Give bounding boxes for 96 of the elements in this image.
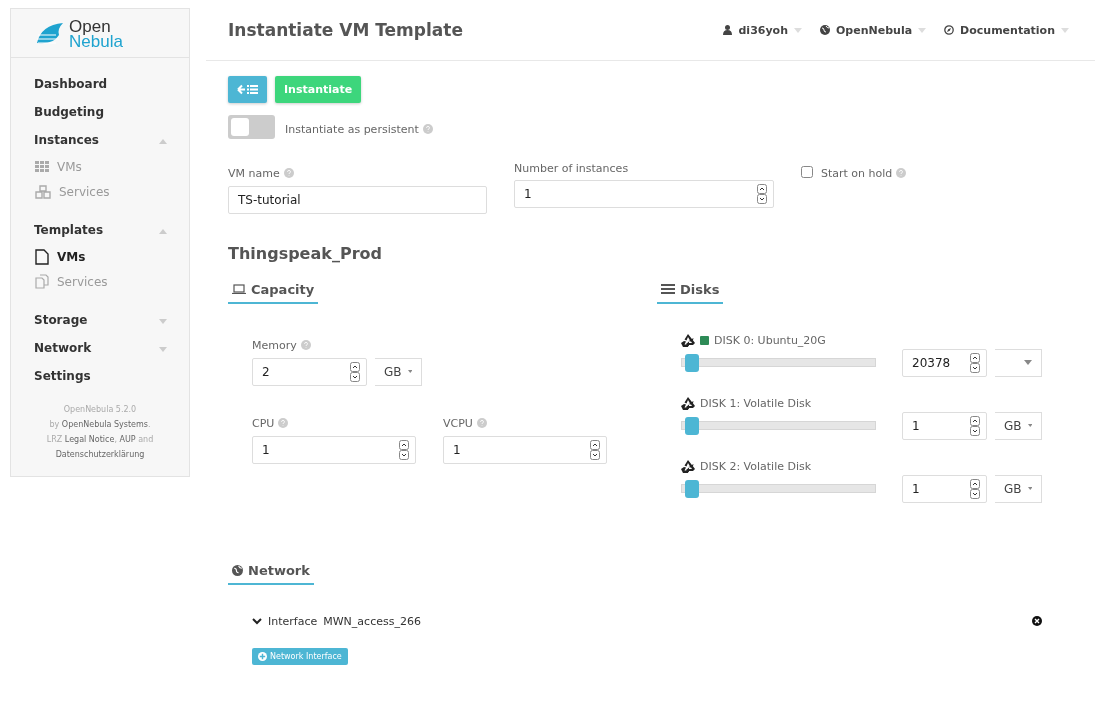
footer-text: by OpenNebula Systems. <box>48 419 152 431</box>
header-menu[interactable]: OpenNebula <box>820 23 927 37</box>
compass-icon <box>944 25 955 35</box>
stepper-icon[interactable] <box>399 439 409 460</box>
sidebar-item[interactable]: Instances <box>11 126 189 154</box>
chevron-icon[interactable] <box>252 617 262 625</box>
checkbox-label: Start on hold <box>821 167 893 180</box>
caret-icon <box>159 229 167 234</box>
stepper-icon[interactable] <box>970 415 980 436</box>
file-icon <box>35 248 49 265</box>
unit-select[interactable]: GB <box>995 474 1042 503</box>
sidebar-item[interactable]: Network <box>11 334 189 362</box>
sidebar-subitem[interactable]: VMs <box>11 244 189 269</box>
stepper-icon[interactable] <box>350 361 360 382</box>
sidebar-item[interactable]: Budgeting <box>11 98 189 126</box>
unit-select[interactable]: GB <box>375 357 422 386</box>
help-icon[interactable] <box>896 168 907 178</box>
cpu-field[interactable]: 1 <box>252 435 416 464</box>
vm-name-field[interactable]: TS-tutorial <box>228 186 487 214</box>
caret-icon <box>1027 423 1032 428</box>
back-button[interactable] <box>228 76 267 103</box>
slider-thumb[interactable] <box>684 416 699 435</box>
caret-icon <box>1061 27 1069 33</box>
memory-field[interactable]: 2 <box>252 357 367 386</box>
back-list-icon <box>237 84 258 95</box>
field-label: Number of instances <box>514 162 630 175</box>
checkbox[interactable] <box>801 165 813 178</box>
disks-tab[interactable]: Disks <box>657 281 724 304</box>
interface-label: Interface <box>268 614 318 628</box>
persistent-toggle[interactable] <box>228 115 275 139</box>
header-menu[interactable]: Documentation <box>944 23 1069 37</box>
files-icon <box>35 273 49 290</box>
disk-label: DISK 2: Volatile Disk <box>700 459 812 473</box>
slider-track[interactable] <box>681 479 876 498</box>
slider-track[interactable] <box>681 416 876 435</box>
user-icon <box>723 25 733 35</box>
slider-thumb[interactable] <box>684 479 699 498</box>
vcpu-field[interactable]: 1 <box>443 435 607 464</box>
stepper-icon[interactable] <box>970 352 980 373</box>
interface-name: MWN_access_266 <box>323 614 421 628</box>
footer-text: LRZ Legal Notice, AUP and <box>45 434 155 446</box>
help-icon[interactable] <box>283 168 294 178</box>
header-menu[interactable]: di36yoh <box>723 23 802 37</box>
globe-icon <box>232 564 243 576</box>
caret-icon <box>407 369 412 374</box>
help-icon[interactable] <box>422 123 433 134</box>
instances-field[interactable]: 1 <box>514 180 774 208</box>
caret-icon <box>918 27 927 33</box>
stepper-icon[interactable] <box>970 478 980 499</box>
recycle-icon <box>681 333 695 347</box>
grid-icon <box>35 161 49 172</box>
slider-thumb[interactable] <box>684 353 699 372</box>
field-label: CPU <box>252 416 275 430</box>
footer-text: Datenschutzerklärung <box>54 449 146 461</box>
unit-select[interactable] <box>995 348 1042 377</box>
disk-size-field[interactable]: 20378 <box>902 348 987 377</box>
disks-icon <box>661 284 675 294</box>
unit-select[interactable]: GB <box>995 411 1042 440</box>
caret-icon <box>794 27 802 33</box>
capacity-tab[interactable]: Capacity <box>228 281 319 304</box>
recycle-icon <box>681 459 695 473</box>
page-title: Instantiate VM Template <box>228 20 463 40</box>
remove-icon[interactable] <box>1032 616 1042 626</box>
field-label: VCPU <box>443 416 473 430</box>
help-icon[interactable] <box>278 417 289 428</box>
field-label: Memory <box>252 338 297 352</box>
sidebar-item[interactable]: Storage <box>11 306 189 334</box>
disk-size-field[interactable]: 1 <box>902 474 987 503</box>
logo-text: Open Nebula <box>69 19 123 49</box>
field-label: VM name <box>228 167 280 180</box>
sidebar-item[interactable]: Templates <box>11 216 189 244</box>
disk-label: DISK 0: Ubuntu_20G <box>714 333 826 347</box>
disk-size-field[interactable]: 1 <box>902 411 987 440</box>
sidebar-item[interactable]: Settings <box>11 362 189 390</box>
logo-icon <box>35 21 65 47</box>
stepper-icon[interactable] <box>757 184 767 204</box>
footer-text: OpenNebula 5.2.0 <box>62 404 138 416</box>
caret-icon <box>159 139 167 144</box>
help-icon[interactable] <box>300 339 311 350</box>
help-icon[interactable] <box>476 417 487 428</box>
network-tab[interactable]: Network <box>228 562 314 585</box>
recycle-icon <box>681 396 695 410</box>
caret-icon <box>1027 486 1032 491</box>
plus-circle-icon <box>258 651 267 661</box>
toggle-label: Instantiate as persistent <box>285 122 419 136</box>
template-name: Thingspeak_Prod <box>228 244 383 263</box>
slider-track[interactable] <box>681 353 876 372</box>
caret-icon <box>159 319 167 324</box>
caret-icon <box>1024 360 1032 365</box>
sidebar-item[interactable]: Dashboard <box>11 70 189 98</box>
stepper-icon[interactable] <box>590 439 600 460</box>
laptop-icon <box>232 284 246 294</box>
disk-label: DISK 1: Volatile Disk <box>700 396 812 410</box>
caret-icon <box>159 347 167 352</box>
globe-icon <box>820 25 830 35</box>
cubes-icon <box>35 184 51 199</box>
